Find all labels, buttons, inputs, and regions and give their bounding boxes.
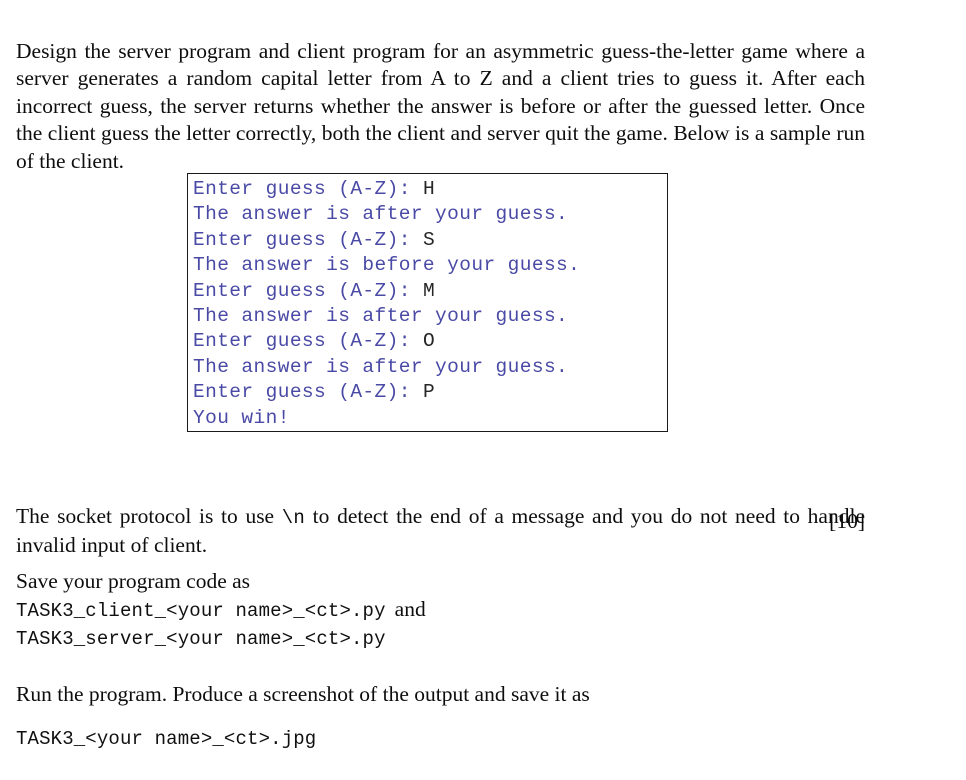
document-page: Design the server program and client pro… bbox=[0, 0, 966, 780]
terminal-line: The answer is after your guess. bbox=[193, 304, 667, 329]
client-filename-text: TASK3_client_<your name>_<ct>.py bbox=[16, 600, 386, 622]
terminal-guess-letter: H bbox=[422, 178, 436, 200]
terminal-prompt-text: The answer is after your guess. bbox=[193, 355, 569, 378]
terminal-prompt-text: The answer is before your guess. bbox=[193, 254, 581, 277]
terminal-line-list: Enter guess (A-Z): H The answer is after … bbox=[193, 177, 667, 431]
server-filename-line: TASK3_server_<your name>_<ct>.py bbox=[16, 624, 386, 654]
intro-paragraph: Design the server program and client pro… bbox=[16, 38, 865, 173]
screenshot-filename-text: TASK3_<your name>_<ct>.jpg bbox=[16, 728, 317, 750]
terminal-line: The answer is before your guess. bbox=[193, 253, 667, 278]
server-filename-text: TASK3_server_<your name>_<ct>.py bbox=[16, 628, 386, 650]
terminal-line: The answer is after your guess. bbox=[193, 355, 667, 380]
terminal-prompt-text: Enter guess (A-Z): bbox=[193, 330, 423, 353]
terminal-line: Enter guess (A-Z): O bbox=[193, 329, 667, 354]
terminal-guess-letter: S bbox=[422, 228, 436, 251]
client-filename-line: TASK3_client_<your name>_<ct>.py and bbox=[16, 596, 426, 626]
terminal-line: Enter guess (A-Z): M bbox=[193, 279, 667, 304]
terminal-prompt-text: You win! bbox=[193, 406, 290, 429]
terminal-line: Enter guess (A-Z): H bbox=[193, 177, 667, 202]
terminal-prompt-text: Enter guess (A-Z): bbox=[193, 178, 423, 200]
terminal-guess-letter: M bbox=[422, 279, 436, 302]
terminal-line: Enter guess (A-Z): P bbox=[193, 380, 667, 405]
marks-allocation: [10] bbox=[829, 509, 865, 533]
terminal-prompt-text: Enter guess (A-Z): bbox=[193, 381, 423, 404]
terminal-guess-letter: O bbox=[422, 330, 436, 353]
save-code-label: Save your program code as bbox=[16, 569, 251, 593]
terminal-prompt-text: The answer is after your guess. bbox=[193, 203, 569, 226]
screenshot-filename-line: TASK3_<your name>_<ct>.jpg bbox=[16, 724, 316, 754]
terminal-prompt-text: The answer is after your guess. bbox=[193, 305, 569, 328]
terminal-prompt-text: Enter guess (A-Z): bbox=[193, 228, 423, 251]
terminal-sample-output: Enter guess (A-Z): H The answer is after … bbox=[187, 173, 668, 432]
terminal-guess-letter: P bbox=[422, 381, 436, 404]
and-conjunction: and bbox=[394, 597, 426, 621]
terminal-line: You win! bbox=[193, 406, 667, 431]
terminal-prompt-text: Enter guess (A-Z): bbox=[193, 279, 423, 302]
terminal-line: The answer is after your guess. bbox=[193, 202, 667, 227]
terminal-line: Enter guess (A-Z): S bbox=[193, 228, 667, 253]
run-program-label: Run the program. Produce a screenshot of… bbox=[16, 682, 590, 706]
